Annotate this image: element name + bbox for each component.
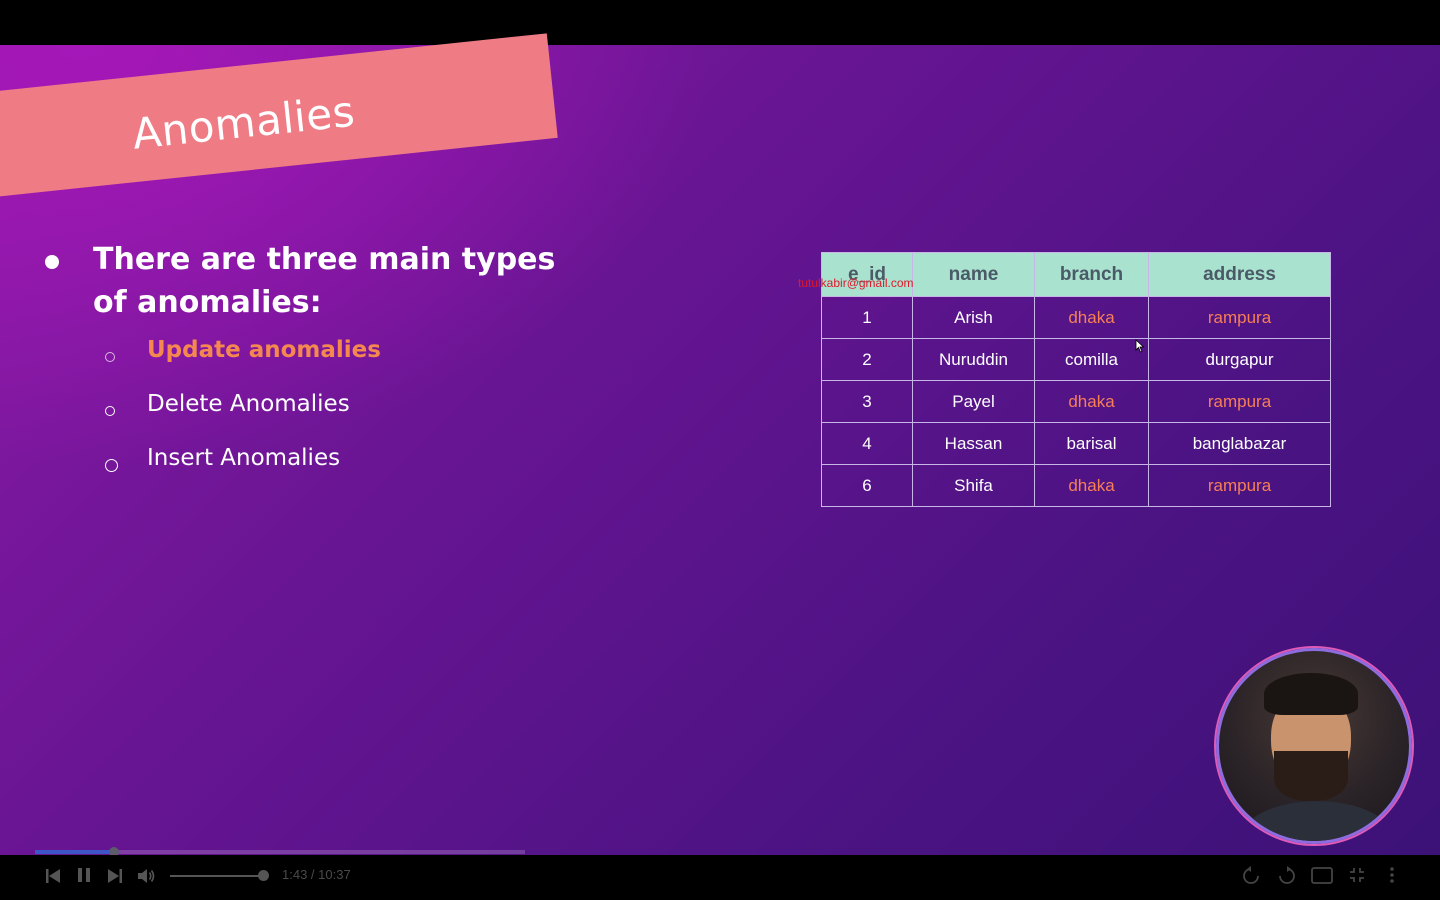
table-cell: Shifa (912, 464, 1035, 507)
table-cell: rampura (1148, 464, 1331, 507)
volume-icon[interactable] (136, 866, 156, 886)
skip-forward-icon[interactable] (107, 868, 123, 884)
fullscreen-exit-icon[interactable] (1349, 867, 1365, 883)
forward-icon[interactable] (1277, 866, 1297, 886)
email-watermark: tutulkabir@gmail.com (798, 276, 914, 290)
sub-point-label: Update anomalies (147, 337, 381, 363)
mouse-cursor-icon (1135, 339, 1145, 353)
table-cell: 4 (821, 422, 913, 465)
table-cell: banglabazar (1148, 422, 1331, 465)
table-row: 4 Hassan barisal banglabazar (821, 422, 1331, 465)
more-icon[interactable] (1389, 866, 1395, 884)
table-cell: dhaka (1034, 464, 1149, 507)
hollow-bullet-icon (105, 459, 118, 472)
table-cell: Hassan (912, 422, 1035, 465)
column-header: name (912, 252, 1035, 297)
table-row: 3 Payel dhaka rampura (821, 380, 1331, 423)
volume-slider[interactable] (170, 875, 262, 877)
seek-bar[interactable] (35, 847, 525, 857)
table-cell: barisal (1034, 422, 1149, 465)
main-bullet-dot (45, 243, 59, 269)
table-cell: rampura (1148, 380, 1331, 423)
main-point-text: There are three main types of anomalies: (93, 242, 556, 320)
table-row: 6 Shifa dhaka rampura (821, 464, 1331, 507)
table-cell: comilla (1034, 338, 1149, 381)
table-cell: durgapur (1148, 338, 1331, 381)
table-cell: 3 (821, 380, 913, 423)
time-display: 1:43 / 10:37 (282, 867, 351, 882)
table-cell: 2 (821, 338, 913, 381)
table-cell: dhaka (1034, 296, 1149, 339)
table-cell: 1 (821, 296, 913, 339)
sub-point-insert: Insert Anomalies (105, 445, 340, 472)
table-cell: dhaka (1034, 380, 1149, 423)
sub-point-label: Delete Anomalies (147, 391, 350, 417)
employee-table: e_id name branch address 1 Arish dhaka r… (821, 252, 1331, 507)
sub-point-delete: Delete Anomalies (105, 391, 350, 417)
column-header: address (1148, 252, 1331, 297)
volume-handle[interactable] (258, 870, 269, 881)
hollow-bullet-icon (105, 406, 115, 416)
table-row: 1 Arish dhaka rampura (821, 296, 1331, 339)
table-cell: Arish (912, 296, 1035, 339)
table-cell: rampura (1148, 296, 1331, 339)
table-cell: Payel (912, 380, 1035, 423)
player-controls: 1:43 / 10:37 (0, 855, 1440, 900)
captions-icon[interactable] (1311, 867, 1333, 884)
pause-icon[interactable] (78, 868, 91, 882)
sub-point-update: Update anomalies (105, 337, 381, 363)
column-header: branch (1034, 252, 1149, 297)
table-cell: Nuruddin (912, 338, 1035, 381)
presenter-webcam (1216, 648, 1412, 844)
seek-bar-played (35, 850, 115, 854)
table-cell: 6 (821, 464, 913, 507)
rewind-icon[interactable] (1241, 866, 1261, 886)
sub-point-label: Insert Anomalies (147, 445, 341, 471)
hollow-bullet-icon (105, 352, 115, 362)
skip-back-icon[interactable] (45, 868, 61, 884)
top-black-bar (0, 0, 1440, 45)
table-row: 2 Nuruddin comilla durgapur (821, 338, 1331, 381)
